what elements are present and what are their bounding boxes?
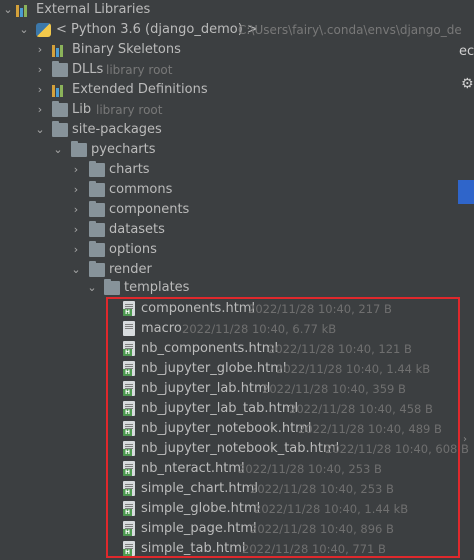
chevron-right-icon[interactable]: › <box>70 240 82 260</box>
folder-icon <box>89 181 105 197</box>
tree-label: DLLs <box>72 62 104 77</box>
chevron-right-icon[interactable]: › <box>70 180 82 200</box>
chevron-right-icon[interactable]: › <box>34 40 46 60</box>
tree-label: Lib <box>72 102 92 117</box>
highlight-box <box>106 297 460 558</box>
chevron-down-icon[interactable]: ⌄ <box>70 260 82 280</box>
folder-icon <box>52 61 68 77</box>
library-icon <box>52 83 68 97</box>
tree-label: Extended Definitions <box>72 82 208 97</box>
library-root-hint: library root <box>106 63 173 77</box>
tree-label: templates <box>124 280 190 295</box>
folder-icon <box>52 101 68 117</box>
library-root-hint: library root <box>96 103 163 117</box>
folder-icon <box>52 121 68 137</box>
chevron-right-icon[interactable]: › <box>34 100 46 120</box>
tree-label: charts <box>109 162 150 177</box>
library-icon <box>52 43 68 57</box>
chevron-down-icon[interactable]: ⌄ <box>18 20 30 40</box>
scroll-indicator[interactable] <box>458 180 474 204</box>
chevron-right-icon[interactable]: › <box>34 80 46 100</box>
tree-label: components <box>109 202 190 217</box>
tree-label: Binary Skeletons <box>72 42 181 57</box>
folder-icon <box>89 241 105 257</box>
chevron-right-icon[interactable]: › <box>70 160 82 180</box>
side-panel-text: ecl <box>459 44 474 59</box>
tree-label: site-packages <box>72 122 162 137</box>
chevron-right-icon[interactable]: › <box>70 200 82 220</box>
tree-label: render <box>109 262 152 277</box>
gear-icon[interactable]: ⚙ <box>461 76 474 92</box>
chevron-right-icon[interactable]: › <box>463 434 467 445</box>
chevron-down-icon[interactable]: ⌄ <box>2 0 14 20</box>
chevron-right-icon[interactable]: › <box>70 220 82 240</box>
chevron-right-icon[interactable]: › <box>34 60 46 80</box>
tree-label: commons <box>109 182 173 197</box>
chevron-down-icon[interactable]: ⌄ <box>86 278 98 298</box>
tree-label: < Python 3.6 (django_demo) > <box>56 22 258 37</box>
chevron-down-icon[interactable]: ⌄ <box>34 120 46 140</box>
tree-label: pyecharts <box>91 142 156 157</box>
folder-icon <box>89 201 105 217</box>
folder-icon <box>89 221 105 237</box>
tree-label: options <box>109 242 157 257</box>
folder-icon <box>71 141 87 157</box>
chevron-down-icon[interactable]: ⌄ <box>52 140 64 160</box>
tree-label: datasets <box>109 222 165 237</box>
folder-icon <box>104 279 120 295</box>
tree-label: External Libraries <box>36 2 151 17</box>
folder-icon <box>89 261 105 277</box>
python-icon <box>36 23 51 37</box>
interpreter-path: C:\Users\fairy\.conda\envs\django_de <box>238 23 462 37</box>
library-icon <box>16 3 32 17</box>
folder-icon <box>89 161 105 177</box>
